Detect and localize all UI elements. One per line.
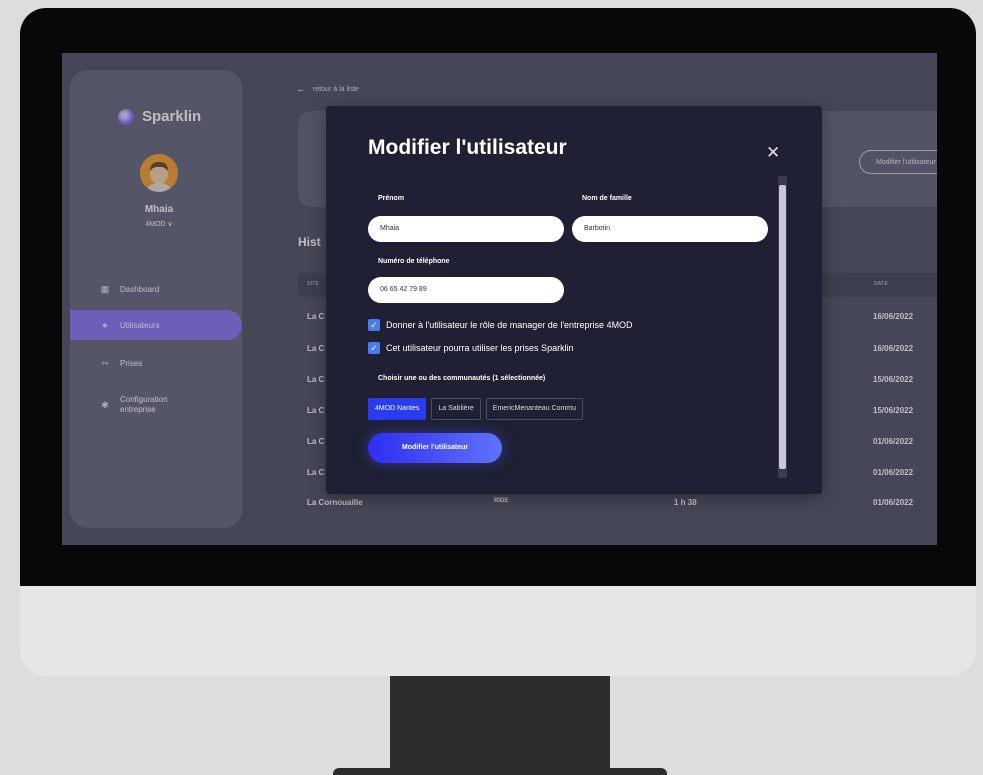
community-chip[interactable]: La Sablière [431,398,481,420]
community-chip[interactable]: EmericMenanteau Commu [485,398,584,420]
community-chips: 4MOD Nantes La Sablière EmericMenanteau … [368,398,584,420]
phone-label: Numéro de téléphone [378,258,450,265]
first-name-label: Prénom [378,195,405,202]
community-chip[interactable]: 4MOD Nantes [368,398,427,420]
modal-title: Modifier l'utilisateur [368,136,567,159]
prises-checkbox-label: Cet utilisateur pourra utiliser les pris… [386,343,574,353]
checkbox-checked-icon[interactable]: ✓ [368,319,380,331]
manager-checkbox-label: Donner à l'utilisateur le rôle de manage… [386,320,633,330]
prises-checkbox-row[interactable]: ✓ Cet utilisateur pourra utiliser les pr… [368,342,574,354]
last-name-label: Nom de famille [582,195,632,202]
last-name-field[interactable] [572,216,768,242]
monitor-stand [390,676,610,771]
scrollbar-thumb[interactable] [779,185,786,469]
monitor-stand-base [333,768,667,775]
app-screen: Sparklin Mhaia 4MOD ∨ ▦ Dashboard ● Util… [62,53,937,545]
communities-label: Choisir une ou des communautés (1 sélect… [378,375,546,382]
first-name-field[interactable] [368,216,564,242]
phone-field[interactable] [368,277,564,303]
manager-checkbox-row[interactable]: ✓ Donner à l'utilisateur le rôle de mana… [368,319,633,331]
submit-button[interactable]: Modifier l'utilisateur [368,433,502,463]
edit-user-modal: Modifier l'utilisateur ✕ Prénom Nom de f… [326,106,822,494]
checkbox-checked-icon[interactable]: ✓ [368,342,380,354]
close-icon[interactable]: ✕ [766,144,780,161]
